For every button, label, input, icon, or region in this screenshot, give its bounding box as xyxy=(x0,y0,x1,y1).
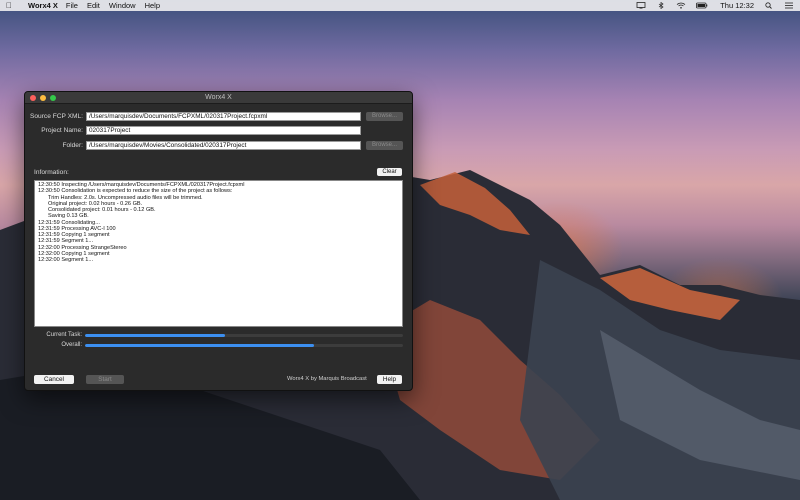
menu-file[interactable]: File xyxy=(66,1,78,10)
source-label: Source FCP XML: xyxy=(29,113,83,120)
battery-icon[interactable] xyxy=(696,2,708,9)
start-button[interactable]: Start xyxy=(86,375,124,384)
credit-text: Worx4 X by Marquis Broadcast xyxy=(287,376,367,382)
project-name-label: Project Name: xyxy=(41,127,83,134)
window-titlebar[interactable]: Worx4 X xyxy=(25,92,412,104)
menu-edit[interactable]: Edit xyxy=(87,1,100,10)
wifi-icon[interactable] xyxy=(676,2,686,9)
information-label: Information: xyxy=(34,169,69,176)
project-row: Project Name: 020317Project xyxy=(25,126,412,136)
spotlight-search-icon[interactable] xyxy=(764,2,774,9)
source-browse-button[interactable]: Browse... xyxy=(366,112,403,121)
information-log[interactable]: 12:30:50 Inspecting /Users/marquisdev/Do… xyxy=(34,180,403,327)
menu-clock[interactable]: Thu 12:32 xyxy=(720,1,754,10)
current-task-progress-fill xyxy=(85,334,225,337)
log-line: 12:32:00 Segment 1... xyxy=(38,257,94,263)
project-name-field[interactable]: 020317Project xyxy=(86,126,361,135)
apple-menu-icon[interactable]:  xyxy=(6,1,18,10)
overall-progress-bar xyxy=(85,344,403,347)
folder-browse-button[interactable]: Browse... xyxy=(366,141,403,150)
clear-button[interactable]: Clear xyxy=(377,168,402,176)
source-fcp-xml-field[interactable]: /Users/marquisdev/Documents/FCPXML/02031… xyxy=(86,112,361,121)
display-icon[interactable] xyxy=(636,2,646,9)
folder-field[interactable]: /Users/marquisdev/Movies/Consolidated/02… xyxy=(86,141,361,150)
folder-label: Folder: xyxy=(62,142,83,149)
menu-bar:  Worx4 X File Edit Window Help Thu 12:3… xyxy=(0,0,800,11)
bluetooth-icon[interactable] xyxy=(656,1,666,10)
source-row: Source FCP XML: /Users/marquisdev/Docume… xyxy=(25,112,412,122)
folder-row: Folder: /Users/marquisdev/Movies/Consoli… xyxy=(25,141,412,151)
overall-label: Overall: xyxy=(61,342,82,348)
notification-center-icon[interactable] xyxy=(784,2,794,9)
menu-window[interactable]: Window xyxy=(109,1,136,10)
help-button[interactable]: Help xyxy=(377,375,402,384)
window-title: Worx4 X xyxy=(205,94,232,101)
overall-progress-fill xyxy=(85,344,314,347)
app-window: Worx4 X Source FCP XML: /Users/marquisde… xyxy=(24,91,413,391)
menu-help[interactable]: Help xyxy=(145,1,160,10)
current-task-label: Current Task: xyxy=(46,332,82,338)
menu-app-name[interactable]: Worx4 X xyxy=(28,1,58,10)
cancel-button[interactable]: Cancel xyxy=(34,375,74,384)
current-task-progress-bar xyxy=(85,334,403,337)
